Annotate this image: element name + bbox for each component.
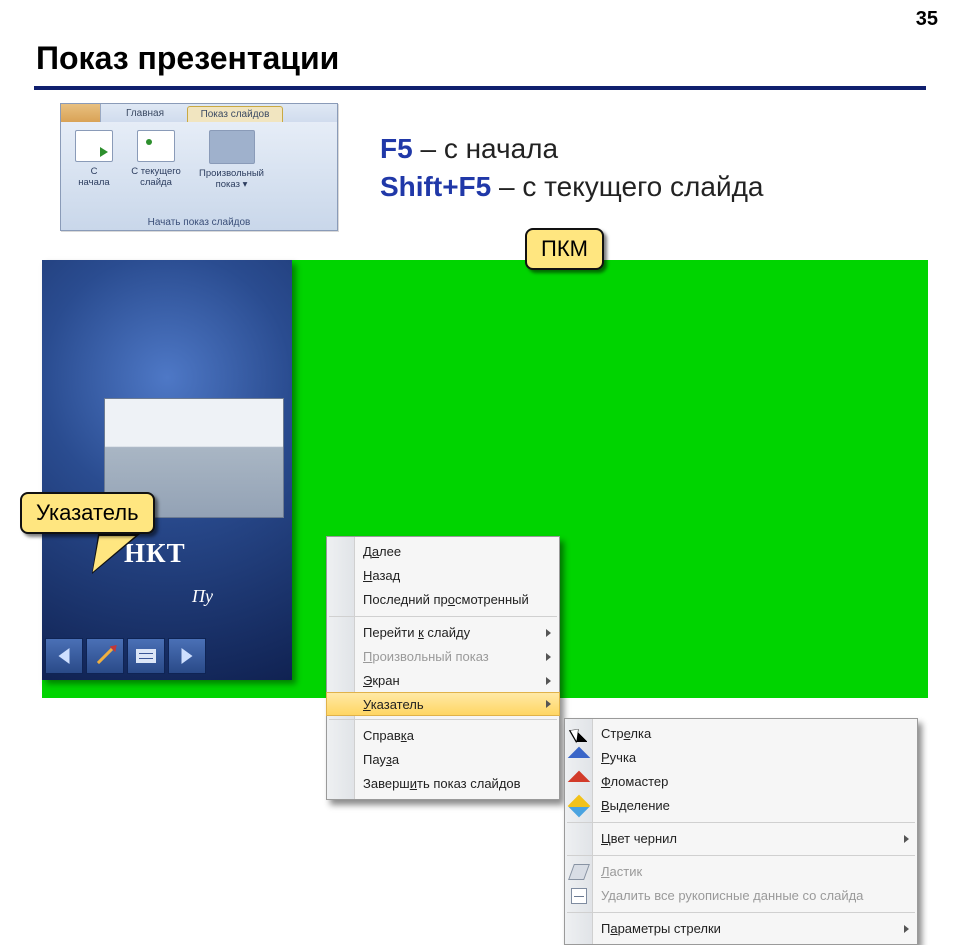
- tab-home[interactable]: Главная: [109, 106, 181, 122]
- pointer-submenu: Стрелка Ручка Фломастер Выделение Цвет ч…: [564, 718, 918, 945]
- page-title: Показ презентации: [36, 40, 339, 77]
- slideshow-preview: НКТ Пу: [42, 260, 292, 680]
- nav-menu-button[interactable]: [127, 638, 165, 674]
- from-current-label-1: С текущего: [131, 166, 181, 177]
- submenu-item-arrow[interactable]: Стрелка: [565, 722, 917, 746]
- nav-next-button[interactable]: [168, 638, 206, 674]
- slideshow-navbar: [45, 638, 206, 674]
- menu-icon: [136, 649, 156, 663]
- page-number: 35: [916, 8, 938, 31]
- eraser-icon: [568, 864, 590, 880]
- arrow-left-icon: [59, 648, 70, 664]
- menu-separator: [567, 855, 915, 856]
- slideshow-context-menu: Далее Назад Последний просмотренный Пере…: [326, 536, 560, 800]
- title-underline: [34, 86, 926, 90]
- menu-item-last-viewed[interactable]: Последний просмотренный: [327, 588, 559, 612]
- erase-all-icon: [571, 888, 587, 904]
- menu-separator: [567, 822, 915, 823]
- submenu-item-ink-color[interactable]: Цвет чернил: [565, 827, 917, 851]
- callout-pkm: ПКМ: [525, 228, 604, 270]
- from-beginning-icon: [75, 130, 113, 162]
- kbd-shift-f5: Shift+F5: [380, 171, 491, 202]
- menu-item-custom-show[interactable]: Произвольный показ: [327, 645, 559, 669]
- menu-item-pointer[interactable]: Указатель: [326, 692, 560, 716]
- shortcut-text: F5 – с начала Shift+F5 – с текущего слай…: [380, 130, 764, 206]
- submenu-item-pen[interactable]: Ручка: [565, 746, 917, 770]
- cursor-icon: [571, 726, 587, 742]
- ribbon-group-label: Начать показ слайдов: [61, 217, 337, 228]
- illustration-panel: НКТ Пу Далее Назад Последний просмотренн…: [42, 260, 928, 698]
- menu-item-screen[interactable]: Экран: [327, 669, 559, 693]
- custom-show-label-2: показ ▾: [216, 179, 248, 190]
- ribbon-tabs: Главная Показ слайдов: [101, 104, 337, 124]
- submenu-item-marker[interactable]: Фломастер: [565, 770, 917, 794]
- menu-separator: [567, 912, 915, 913]
- slide-subtitle-fragment: Пу: [192, 586, 213, 607]
- submenu-item-arrow-options[interactable]: Параметры стрелки: [565, 917, 917, 941]
- from-current-label-2: слайда: [140, 177, 172, 188]
- ribbon-slideshow-group: Главная Показ слайдов Сначала С текущего…: [60, 103, 338, 231]
- pen-blue-icon: [568, 747, 591, 770]
- menu-item-help[interactable]: Справка: [327, 724, 559, 748]
- from-current-icon: [137, 130, 175, 162]
- menu-separator: [329, 616, 557, 617]
- arrow-right-icon: [182, 648, 193, 664]
- kbd-shift-f5-desc: – с текущего слайда: [491, 171, 763, 202]
- from-beginning-label-2: начала: [78, 177, 109, 188]
- from-current-button[interactable]: С текущегослайда: [127, 128, 185, 214]
- highlighter-icon: [568, 795, 591, 818]
- from-beginning-label-1: С: [91, 166, 98, 177]
- custom-show-label-1: Произвольный: [199, 168, 264, 179]
- submenu-item-erase-all[interactable]: Удалить все рукописные данные со слайда: [565, 884, 917, 908]
- nav-prev-button[interactable]: [45, 638, 83, 674]
- callout-pointer: Указатель: [20, 492, 155, 534]
- menu-item-end-show[interactable]: Завершить показ слайдов: [327, 772, 559, 796]
- menu-item-pause[interactable]: Пауза: [327, 748, 559, 772]
- custom-show-button[interactable]: Произвольныйпоказ ▾: [189, 128, 274, 214]
- marker-icon: [568, 771, 591, 794]
- from-beginning-button[interactable]: Сначала: [65, 128, 123, 214]
- menu-item-back[interactable]: Назад: [327, 564, 559, 588]
- tab-slideshow[interactable]: Показ слайдов: [187, 106, 283, 122]
- kbd-f5: F5: [380, 133, 413, 164]
- kbd-f5-desc: – с начала: [413, 133, 558, 164]
- nav-pen-button[interactable]: [86, 638, 124, 674]
- submenu-item-eraser[interactable]: Ластик: [565, 860, 917, 884]
- custom-show-icon: [209, 130, 255, 164]
- menu-item-goto-slide[interactable]: Перейти к слайду: [327, 621, 559, 645]
- menu-item-next[interactable]: Далее: [327, 540, 559, 564]
- submenu-item-highlight[interactable]: Выделение: [565, 794, 917, 818]
- pen-icon: [97, 648, 113, 664]
